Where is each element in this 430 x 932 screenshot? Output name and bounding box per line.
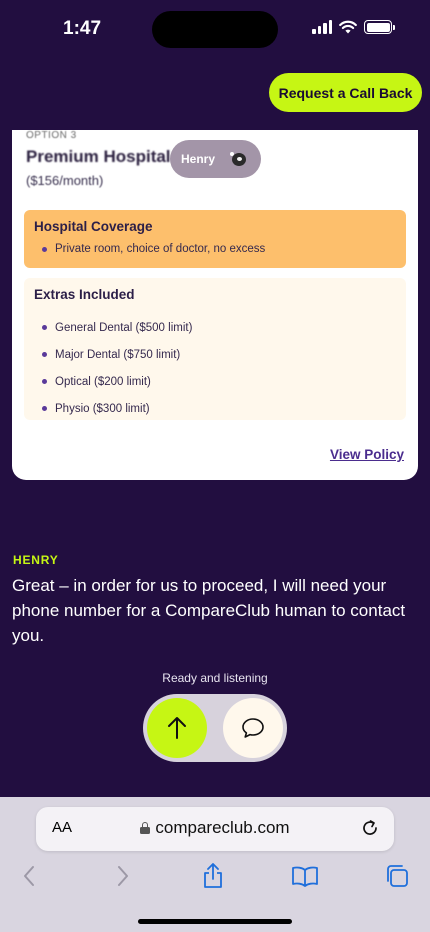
- status-bar: 1:47: [0, 0, 430, 56]
- back-button[interactable]: [14, 861, 44, 891]
- extras-title: Extras Included: [34, 287, 135, 302]
- status-time: 1:47: [63, 18, 102, 39]
- dynamic-island: [152, 11, 278, 48]
- bullet-icon: [42, 379, 47, 384]
- hospital-coverage-section: Hospital Coverage Private room, choice o…: [24, 210, 406, 268]
- reload-icon[interactable]: [360, 818, 380, 838]
- bookmarks-button[interactable]: [290, 861, 320, 891]
- speech-bubble-icon: [242, 718, 264, 738]
- home-indicator: [138, 919, 292, 924]
- bullet-icon: [42, 352, 47, 357]
- tabs-button[interactable]: [382, 861, 412, 891]
- battery-icon: [364, 20, 395, 34]
- bullet-icon: [42, 406, 47, 411]
- extras-item-label: General Dental ($500 limit): [55, 321, 193, 334]
- henry-avatar-icon: [229, 149, 249, 169]
- policy-title: Premium Hospital: [26, 147, 171, 166]
- extras-item-label: Major Dental ($750 limit): [55, 348, 181, 361]
- option-tag: OPTION 3: [26, 130, 77, 141]
- view-policy-link[interactable]: View Policy: [330, 447, 404, 462]
- url-display[interactable]: compareclub.com: [36, 818, 394, 838]
- list-item: Private room, choice of doctor, no exces…: [34, 243, 396, 255]
- list-item: Optical ($200 limit): [34, 368, 396, 395]
- henry-agent-badge: Henry: [170, 140, 261, 178]
- bullet-icon: [42, 246, 47, 252]
- forward-button[interactable]: [108, 861, 138, 891]
- send-button[interactable]: [147, 698, 207, 758]
- extras-list: General Dental ($500 limit) Major Dental…: [34, 314, 396, 422]
- hospital-coverage-title: Hospital Coverage: [34, 219, 153, 234]
- coverage-item-label: Private room, choice of doctor, no exces…: [55, 243, 266, 255]
- share-button[interactable]: [198, 861, 228, 891]
- url-text: compareclub.com: [155, 818, 290, 837]
- chat-mode-button[interactable]: [223, 698, 283, 758]
- request-call-back-button[interactable]: Request a Call Back: [269, 73, 422, 112]
- chevron-left-icon: [24, 866, 34, 886]
- list-item: Physio ($300 limit): [34, 395, 396, 422]
- arrow-up-icon: [168, 717, 186, 739]
- extras-item-label: Optical ($200 limit): [55, 375, 151, 388]
- agent-message: Great – in order for us to proceed, I wi…: [12, 576, 406, 645]
- extras-item-label: Physio ($300 limit): [55, 402, 150, 415]
- book-icon: [292, 866, 318, 887]
- list-item: General Dental ($500 limit): [34, 314, 396, 341]
- browser-nav-row: [0, 861, 430, 893]
- voice-control-pill: [143, 694, 287, 762]
- extras-section: Extras Included General Dental ($500 lim…: [24, 278, 406, 420]
- cellular-signal-icon: [312, 20, 332, 34]
- address-bar[interactable]: AA compareclub.com: [36, 807, 394, 851]
- browser-toolbar: AA compareclub.com: [0, 797, 430, 932]
- listening-status: Ready and listening: [162, 671, 268, 685]
- share-icon: [204, 863, 222, 888]
- list-item: Major Dental ($750 limit): [34, 341, 396, 368]
- policy-card: OPTION 3 Premium Hospital ($156/month) H…: [12, 130, 418, 480]
- agent-name: HENRY: [13, 553, 59, 567]
- chevron-right-icon: [118, 866, 128, 886]
- status-icons: [312, 20, 395, 34]
- policy-price: ($156/month): [26, 173, 104, 188]
- bullet-icon: [42, 325, 47, 330]
- agent-badge-label: Henry: [181, 152, 216, 166]
- lock-icon: [140, 822, 151, 834]
- wifi-icon: [339, 20, 357, 34]
- tabs-icon: [387, 865, 408, 887]
